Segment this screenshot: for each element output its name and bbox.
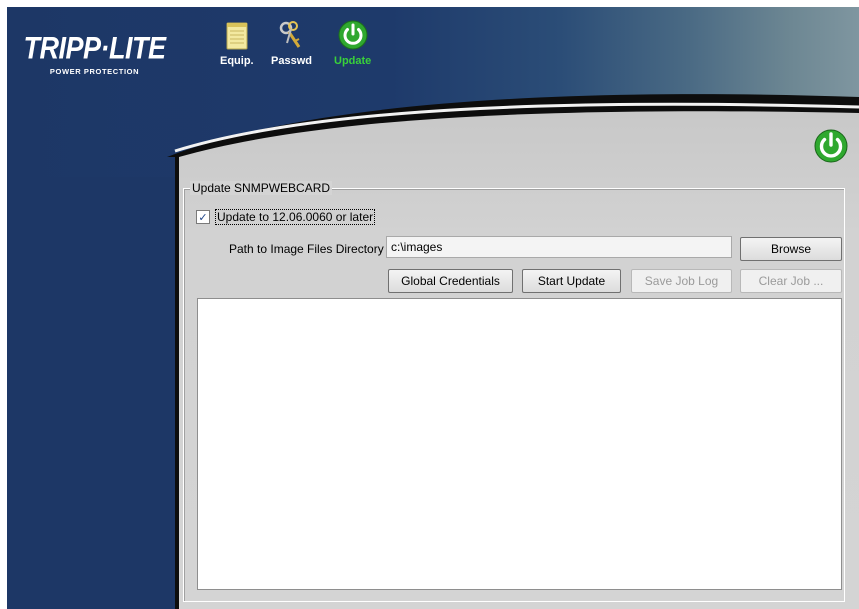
start-update-button[interactable]: Start Update — [522, 269, 621, 293]
browse-button[interactable]: Browse — [740, 237, 842, 261]
update-version-checkbox[interactable]: ✓ — [196, 210, 210, 224]
nav-label-update: Update — [334, 55, 372, 67]
group-title: Update SNMPWEBCARD — [190, 181, 333, 195]
nav-label-equip: Equip. — [220, 55, 254, 67]
notepad-icon — [221, 19, 253, 51]
job-log-area[interactable] — [197, 298, 842, 590]
tripp-lite-logo: TRIPP·LITE POWER PROTECTION — [22, 31, 167, 81]
global-credentials-button[interactable]: Global Credentials — [388, 269, 513, 293]
path-label: Path to Image Files Directory — [229, 242, 384, 256]
update-version-label[interactable]: Update to 12.06.0060 or later — [215, 209, 376, 225]
nav-item-equip[interactable]: Equip. — [220, 19, 254, 67]
nav-item-update[interactable]: Update — [334, 19, 371, 67]
power-icon — [337, 19, 369, 51]
power-icon[interactable] — [813, 128, 849, 164]
update-version-row[interactable]: ✓ Update to 12.06.0060 or later — [196, 209, 376, 225]
logo-text: TRIPP·LITE — [23, 31, 167, 66]
save-job-log-button[interactable]: Save Job Log — [631, 269, 732, 293]
logo-tagline: POWER PROTECTION — [49, 67, 140, 76]
image-path-input[interactable] — [386, 236, 732, 258]
nav-item-passwd[interactable]: Passwd — [271, 19, 312, 67]
keys-icon — [275, 19, 307, 51]
nav-label-passwd: Passwd — [271, 55, 312, 67]
clear-job-button[interactable]: Clear Job ... — [740, 269, 842, 293]
